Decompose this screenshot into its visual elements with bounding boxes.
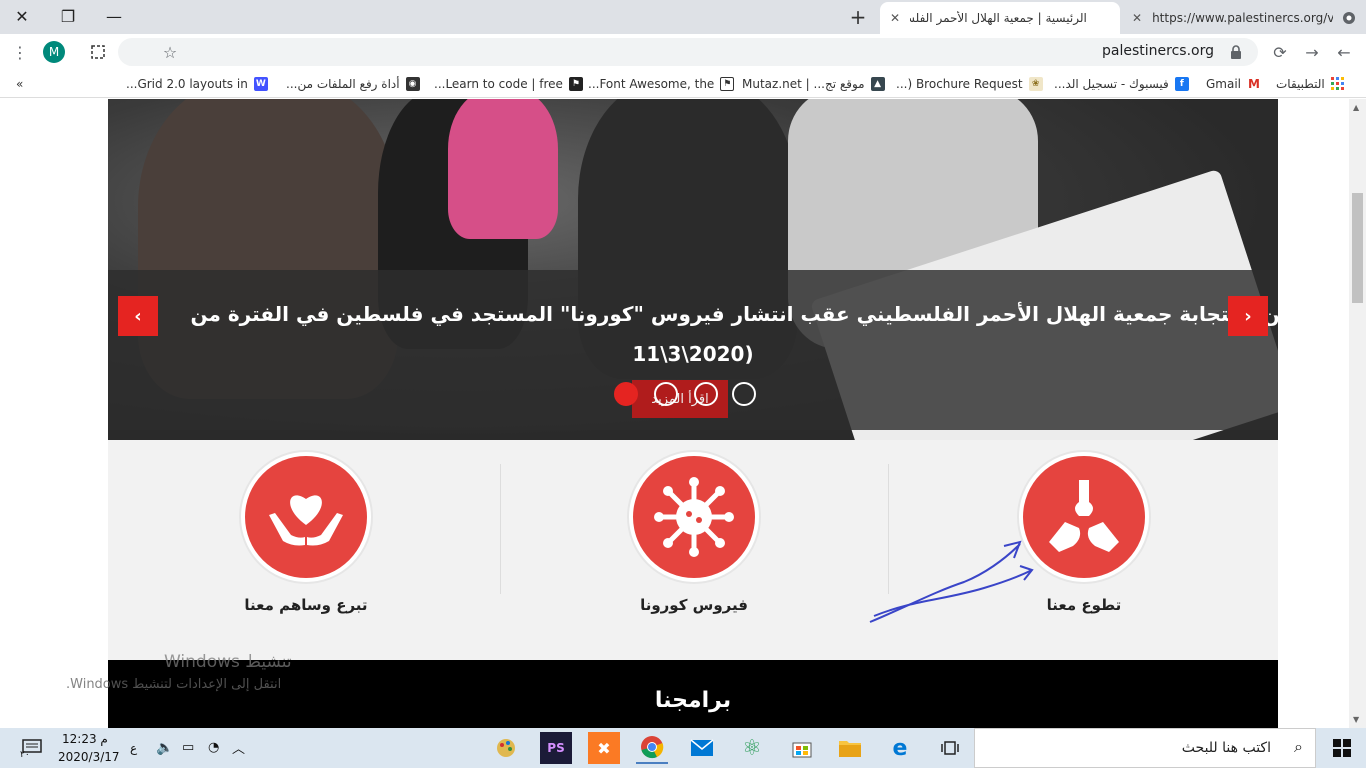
coronavirus-icon [633,456,755,578]
mail-icon[interactable] [686,732,718,764]
windows-taskbar: ٢٠ 12:23 م 2020/3/17 ع 🔈 ▭ ◔ ︿ PS ✖ ⚛ e … [0,728,1366,768]
slider-dot[interactable] [694,382,718,406]
bookmark-item[interactable]: ❀ Brochure Request (... [896,75,1043,93]
page-viewport: تقرير عن استجابة جمعية الهلال الأحمر الف… [0,99,1366,728]
gmail-icon: f [1174,77,1189,91]
slide-caption-line: (2020\3\11 [632,342,754,366]
taskbar-search-input[interactable]: اكتب هنا للبحث ⌕ [974,728,1316,768]
slider-dot[interactable] [654,382,678,406]
xampp-icon[interactable]: ✖ [588,732,620,764]
page-scrollbar[interactable]: ▲ ▼ [1349,99,1366,728]
paint-app-icon[interactable] [490,732,522,764]
back-icon[interactable]: ← [1332,40,1356,64]
start-button[interactable] [1326,732,1358,764]
bookmark-item[interactable]: ⚑ Learn to code | free... [434,75,583,93]
battery-icon[interactable]: ▭ [182,740,194,755]
language-indicator[interactable]: ع [130,741,137,755]
red-crescent-icon [1095,10,1110,26]
slider-next-button[interactable]: › [1228,296,1268,336]
restore-window-button[interactable]: ❐ [46,0,90,32]
scroll-thumb[interactable] [1352,193,1363,303]
slide-caption: تقرير عن استجابة جمعية الهلال الأحمر الف… [108,294,1278,374]
scroll-up-icon[interactable]: ▲ [1353,103,1362,112]
wifi-icon[interactable]: ◔ [208,740,219,755]
edge-icon[interactable]: e [884,732,916,764]
service-label: فيروس كورونا [640,596,748,614]
chevron-right-icon: › [1244,305,1252,327]
services-section: تبرع وساهم معنا فيروس كورونا تطوع معنا [108,440,1278,660]
divider [500,464,501,594]
close-window-button[interactable]: ✕ [0,0,44,32]
tab-home[interactable]: الرئيسية | جمعية الهلال الأحمر الفلس ✕ [880,2,1120,34]
forward-icon[interactable]: → [1300,40,1324,64]
bookmark-item[interactable]: W Grid 2.0 layouts in... [126,75,268,93]
fontawesome-icon: ⚑ [568,77,583,91]
file-explorer-icon[interactable] [834,732,866,764]
chevron-up-icon[interactable]: ︿ [232,738,245,757]
avatar: M [43,41,65,63]
notification-count: ٢٠ [20,750,30,760]
slider-dot[interactable] [614,382,638,406]
close-tab-icon[interactable]: ✕ [1132,11,1142,25]
slide-caption-line: تقرير عن استجابة جمعية الهلال الأحمر الف… [190,302,1278,326]
hero-slider: تقرير عن استجابة جمعية الهلال الأحمر الف… [108,99,1278,440]
bookmark-item-apps[interactable]: التطبيقات [1276,75,1345,93]
reload-icon[interactable]: ⟳ [1268,40,1292,64]
brochure-icon: ▲ [870,77,885,91]
service-coronavirus[interactable]: فيروس كورونا [594,450,794,614]
bookmark-star-icon[interactable]: ☆ [158,40,182,64]
atom-icon[interactable]: ⚛ [736,732,768,764]
slider-dot[interactable] [732,382,756,406]
upload-tool-icon: ◉ [405,77,420,91]
bookmark-item[interactable]: f فيسبوك - تسجيل الد... [1054,75,1189,93]
bookmark-item[interactable]: ◉ أداة رفع الملفات من... [286,75,420,93]
bookmark-item[interactable]: ▲ موقع تج... | Mutaz.net [742,75,885,93]
globe-icon [1341,10,1356,26]
annotation-arrow [869,540,1034,623]
chevron-left-icon: ‹ [134,305,142,327]
scroll-down-icon[interactable]: ▼ [1353,715,1362,724]
url-text: palestinercs.org [1102,43,1214,59]
bookmarks-bar: » W Grid 2.0 layouts in... ◉ أداة رفع ال… [0,70,1366,98]
volume-icon[interactable]: 🔈 [156,740,173,756]
tab-volunteer[interactable]: https://www.palestinercs.org/vol ✕ [1122,2,1366,34]
task-view-icon[interactable] [934,732,966,764]
webflow-icon: W [253,77,268,91]
new-tab-button[interactable]: + [846,5,870,29]
apps-grid-icon: M [1247,77,1262,91]
bookmarks-overflow-button[interactable]: » [16,75,23,93]
profile-button[interactable]: M [42,40,66,64]
activation-watermark-title: تنشيط Windows [164,652,292,672]
facebook-icon: ❀ [1028,77,1043,91]
address-bar[interactable]: ☆ palestinercs.org [118,38,1258,66]
screenshot-extension-icon[interactable] [86,40,110,64]
lock-icon[interactable] [1224,40,1248,64]
clock-date: 2020/3/17 [58,750,120,764]
menu-icon[interactable]: ⋮ [8,40,32,64]
tab-title: https://www.palestinercs.org/vol [1152,11,1333,25]
service-label: تبرع وساهم معنا [244,596,368,614]
mutaz-icon: ⚑ [720,77,735,91]
search-icon: ⌕ [1294,737,1303,756]
phpstorm-icon[interactable]: PS [540,732,572,764]
apps-icon [1330,77,1345,91]
browser-toolbar: ⋮ M ☆ palestinercs.org ⟳ → ← [0,34,1366,70]
section-title: برامجنا [654,688,732,713]
donate-heart-hands-icon [245,456,367,578]
clock-time: 12:23 م [62,732,108,746]
chrome-icon[interactable] [636,732,668,764]
slider-prev-button[interactable]: ‹ [118,296,158,336]
tab-strip: ✕ ❐ — + الرئيسية | جمعية الهلال الأحمر ا… [0,0,1366,34]
close-tab-icon[interactable]: ✕ [890,11,900,25]
minimize-window-button[interactable]: — [92,0,136,32]
bookmark-item[interactable]: ⚑ Font Awesome, the... [588,75,735,93]
tab-title: الرئيسية | جمعية الهلال الأحمر الفلس [910,11,1087,25]
search-placeholder: اكتب هنا للبحث [1181,740,1271,756]
store-icon[interactable] [786,732,818,764]
activation-watermark-text: انتقل إلى الإعدادات لتنشيط Windows. [66,677,282,692]
bookmark-item[interactable]: M Gmail [1206,75,1262,93]
slide-photo-scarf [448,99,558,239]
service-donate[interactable]: تبرع وساهم معنا [206,450,406,614]
